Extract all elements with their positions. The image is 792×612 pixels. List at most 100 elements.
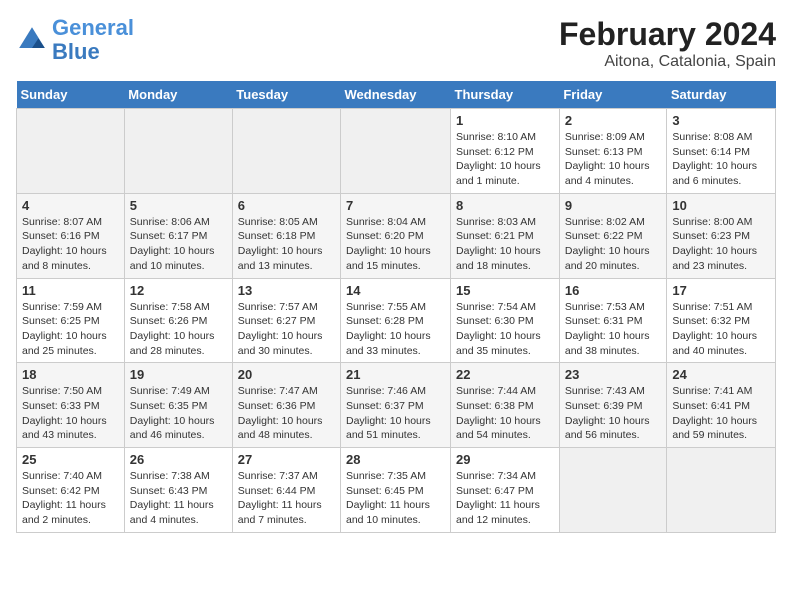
day-number: 13 (238, 283, 335, 298)
calendar-cell: 5 Sunrise: 8:06 AM Sunset: 6:17 PM Daylig… (124, 193, 232, 278)
day-info: Sunrise: 8:00 AM Sunset: 6:23 PM Dayligh… (672, 215, 770, 274)
page-subtitle: Aitona, Catalonia, Spain (559, 53, 776, 71)
calendar-cell: 18 Sunrise: 7:50 AM Sunset: 6:33 PM Dayli… (17, 363, 125, 448)
day-number: 24 (672, 367, 770, 382)
calendar-cell (667, 448, 776, 533)
day-number: 6 (238, 198, 335, 213)
day-number: 14 (346, 283, 445, 298)
calendar-cell: 14 Sunrise: 7:55 AM Sunset: 6:28 PM Dayli… (341, 278, 451, 363)
day-number: 22 (456, 367, 554, 382)
calendar-cell (124, 109, 232, 194)
logo-line2: Blue (52, 40, 134, 64)
day-number: 19 (130, 367, 227, 382)
calendar-header: SundayMondayTuesdayWednesdayThursdayFrid… (17, 81, 776, 109)
logo-line1: General (52, 16, 134, 40)
day-number: 10 (672, 198, 770, 213)
day-number: 9 (565, 198, 662, 213)
day-info: Sunrise: 8:08 AM Sunset: 6:14 PM Dayligh… (672, 130, 770, 189)
day-number: 2 (565, 113, 662, 128)
calendar-week-row: 18 Sunrise: 7:50 AM Sunset: 6:33 PM Dayli… (17, 363, 776, 448)
calendar-week-row: 4 Sunrise: 8:07 AM Sunset: 6:16 PM Daylig… (17, 193, 776, 278)
weekday-header: Thursday (451, 81, 560, 109)
day-number: 18 (22, 367, 119, 382)
day-number: 29 (456, 452, 554, 467)
day-info: Sunrise: 7:58 AM Sunset: 6:26 PM Dayligh… (130, 300, 227, 359)
day-number: 1 (456, 113, 554, 128)
day-info: Sunrise: 7:37 AM Sunset: 6:44 PM Dayligh… (238, 469, 335, 528)
weekday-header: Friday (559, 81, 667, 109)
day-number: 12 (130, 283, 227, 298)
calendar-cell: 7 Sunrise: 8:04 AM Sunset: 6:20 PM Daylig… (341, 193, 451, 278)
weekday-header: Saturday (667, 81, 776, 109)
day-info: Sunrise: 8:05 AM Sunset: 6:18 PM Dayligh… (238, 215, 335, 274)
day-info: Sunrise: 8:03 AM Sunset: 6:21 PM Dayligh… (456, 215, 554, 274)
day-number: 28 (346, 452, 445, 467)
day-number: 7 (346, 198, 445, 213)
day-info: Sunrise: 8:04 AM Sunset: 6:20 PM Dayligh… (346, 215, 445, 274)
weekday-header: Sunday (17, 81, 125, 109)
calendar-cell: 22 Sunrise: 7:44 AM Sunset: 6:38 PM Dayli… (451, 363, 560, 448)
day-info: Sunrise: 7:50 AM Sunset: 6:33 PM Dayligh… (22, 384, 119, 443)
day-number: 15 (456, 283, 554, 298)
calendar-week-row: 25Sunrise: 7:40 AM Sunset: 6:42 PM Dayli… (17, 448, 776, 533)
calendar-cell: 17Sunrise: 7:51 AM Sunset: 6:32 PM Dayli… (667, 278, 776, 363)
day-number: 25 (22, 452, 119, 467)
day-info: Sunrise: 7:49 AM Sunset: 6:35 PM Dayligh… (130, 384, 227, 443)
day-info: Sunrise: 8:02 AM Sunset: 6:22 PM Dayligh… (565, 215, 662, 274)
day-info: Sunrise: 8:06 AM Sunset: 6:17 PM Dayligh… (130, 215, 227, 274)
day-number: 23 (565, 367, 662, 382)
calendar-body: 1 Sunrise: 8:10 AM Sunset: 6:12 PM Daylig… (17, 109, 776, 533)
calendar-cell: 11 Sunrise: 7:59 AM Sunset: 6:25 PM Dayli… (17, 278, 125, 363)
day-number: 11 (22, 283, 119, 298)
page-title: February 2024 (559, 16, 776, 53)
calendar-week-row: 1 Sunrise: 8:10 AM Sunset: 6:12 PM Daylig… (17, 109, 776, 194)
calendar-cell (232, 109, 340, 194)
day-info: Sunrise: 7:55 AM Sunset: 6:28 PM Dayligh… (346, 300, 445, 359)
calendar-cell: 12 Sunrise: 7:58 AM Sunset: 6:26 PM Dayli… (124, 278, 232, 363)
weekday-header: Monday (124, 81, 232, 109)
calendar-cell: 25Sunrise: 7:40 AM Sunset: 6:42 PM Dayli… (17, 448, 125, 533)
calendar-cell: 16Sunrise: 7:53 AM Sunset: 6:31 PM Dayli… (559, 278, 667, 363)
calendar-cell: 20Sunrise: 7:47 AM Sunset: 6:36 PM Dayli… (232, 363, 340, 448)
day-info: Sunrise: 7:44 AM Sunset: 6:38 PM Dayligh… (456, 384, 554, 443)
calendar-table: SundayMondayTuesdayWednesdayThursdayFrid… (16, 81, 776, 533)
calendar-cell: 9 Sunrise: 8:02 AM Sunset: 6:22 PM Daylig… (559, 193, 667, 278)
calendar-cell: 4 Sunrise: 8:07 AM Sunset: 6:16 PM Daylig… (17, 193, 125, 278)
calendar-cell: 3 Sunrise: 8:08 AM Sunset: 6:14 PM Daylig… (667, 109, 776, 194)
logo-icon (16, 24, 48, 56)
calendar-cell: 28 Sunrise: 7:35 AM Sunset: 6:45 PM Dayli… (341, 448, 451, 533)
day-info: Sunrise: 7:57 AM Sunset: 6:27 PM Dayligh… (238, 300, 335, 359)
day-info: Sunrise: 8:09 AM Sunset: 6:13 PM Dayligh… (565, 130, 662, 189)
weekday-header: Tuesday (232, 81, 340, 109)
calendar-week-row: 11 Sunrise: 7:59 AM Sunset: 6:25 PM Dayli… (17, 278, 776, 363)
calendar-cell: 26Sunrise: 7:38 AM Sunset: 6:43 PM Dayli… (124, 448, 232, 533)
calendar-cell: 24Sunrise: 7:41 AM Sunset: 6:41 PM Dayli… (667, 363, 776, 448)
day-number: 27 (238, 452, 335, 467)
day-info: Sunrise: 7:51 AM Sunset: 6:32 PM Dayligh… (672, 300, 770, 359)
day-info: Sunrise: 7:34 AM Sunset: 6:47 PM Dayligh… (456, 469, 554, 528)
calendar-cell: 21Sunrise: 7:46 AM Sunset: 6:37 PM Dayli… (341, 363, 451, 448)
day-number: 3 (672, 113, 770, 128)
day-info: Sunrise: 7:46 AM Sunset: 6:37 PM Dayligh… (346, 384, 445, 443)
day-number: 26 (130, 452, 227, 467)
calendar-cell (559, 448, 667, 533)
calendar-cell: 2 Sunrise: 8:09 AM Sunset: 6:13 PM Daylig… (559, 109, 667, 194)
day-info: Sunrise: 8:10 AM Sunset: 6:12 PM Dayligh… (456, 130, 554, 189)
day-info: Sunrise: 7:35 AM Sunset: 6:45 PM Dayligh… (346, 469, 445, 528)
day-info: Sunrise: 7:54 AM Sunset: 6:30 PM Dayligh… (456, 300, 554, 359)
day-info: Sunrise: 7:59 AM Sunset: 6:25 PM Dayligh… (22, 300, 119, 359)
calendar-cell: 27 Sunrise: 7:37 AM Sunset: 6:44 PM Dayli… (232, 448, 340, 533)
logo: General Blue (16, 16, 134, 64)
day-info: Sunrise: 8:07 AM Sunset: 6:16 PM Dayligh… (22, 215, 119, 274)
day-number: 20 (238, 367, 335, 382)
calendar-cell: 15 Sunrise: 7:54 AM Sunset: 6:30 PM Dayli… (451, 278, 560, 363)
calendar-cell: 23Sunrise: 7:43 AM Sunset: 6:39 PM Dayli… (559, 363, 667, 448)
weekday-header: Wednesday (341, 81, 451, 109)
page-header: General Blue February 2024 Aitona, Catal… (16, 16, 776, 71)
day-number: 8 (456, 198, 554, 213)
day-number: 4 (22, 198, 119, 213)
title-block: February 2024 Aitona, Catalonia, Spain (559, 16, 776, 71)
day-number: 5 (130, 198, 227, 213)
calendar-cell: 6 Sunrise: 8:05 AM Sunset: 6:18 PM Daylig… (232, 193, 340, 278)
calendar-cell (17, 109, 125, 194)
